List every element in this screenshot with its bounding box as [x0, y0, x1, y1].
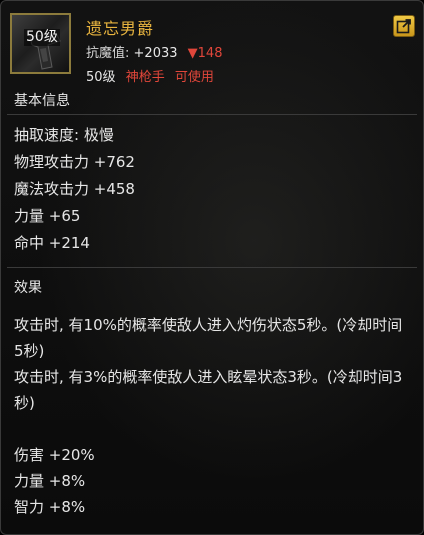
- bonus-damage: 伤害 +20%: [14, 446, 95, 464]
- effect-burn: 攻击时, 有10%的概率使敌人进入灼伤状态5秒。(冷却时间5秒): [14, 316, 403, 360]
- required-level: 50级: [86, 70, 116, 85]
- required-class: 神枪手: [125, 70, 165, 85]
- requirement-row: 50级 神枪手 可使用: [86, 66, 214, 85]
- divider: [7, 267, 417, 268]
- stat-draw-speed: 抽取速度: 极慢: [14, 126, 114, 144]
- stat-hit-rate: 命中 +214: [14, 234, 90, 252]
- basic-info-title: 基本信息: [14, 93, 70, 109]
- share-link-button[interactable]: [393, 15, 415, 37]
- resist-value: +2033: [133, 46, 178, 61]
- item-tooltip: 50级 遗忘男爵 抗魔值: +2033 ▼148 50级 神枪手 可使用 基本信…: [0, 0, 424, 535]
- item-level-badge: 50级: [24, 29, 60, 46]
- bonus-intelligence: 智力 +8%: [14, 498, 86, 516]
- resist-change: ▼148: [187, 46, 223, 61]
- bonus-strength: 力量 +8%: [14, 472, 86, 490]
- resist-row: 抗魔值: +2033 ▼148: [86, 42, 222, 61]
- resist-label: 抗魔值:: [86, 46, 130, 61]
- stat-magic-attack: 魔法攻击力 +458: [14, 180, 135, 198]
- divider: [7, 114, 417, 115]
- stat-physical-attack: 物理攻击力 +762: [14, 153, 135, 171]
- effects-title: 效果: [14, 280, 42, 296]
- stat-strength: 力量 +65: [14, 207, 81, 225]
- usable-status: 可使用: [174, 70, 214, 85]
- item-name: 遗忘男爵: [86, 19, 155, 38]
- effect-stun: 攻击时, 有3%的概率使敌人进入眩晕状态3秒。(冷却时间3秒): [14, 368, 403, 412]
- item-thumbnail: 50级: [10, 13, 71, 74]
- share-link-icon: [396, 19, 411, 34]
